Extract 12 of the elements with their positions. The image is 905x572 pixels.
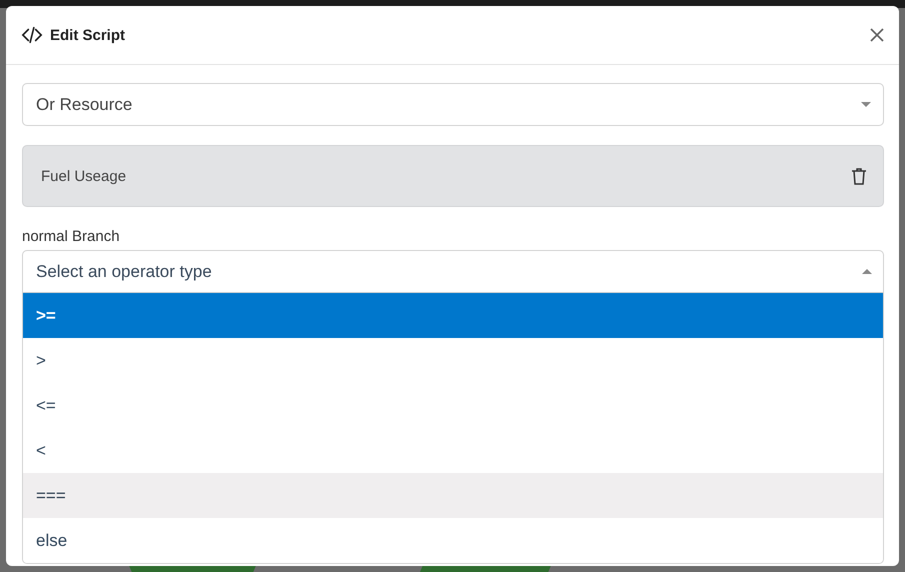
modal-title: Edit Script xyxy=(50,26,126,44)
close-icon[interactable] xyxy=(869,27,885,43)
field-label: normal Branch xyxy=(22,228,121,247)
resource-select[interactable]: Or Resource xyxy=(22,83,884,126)
caret-icon xyxy=(862,269,872,274)
dropdown-option[interactable]: >= xyxy=(23,293,883,338)
operator-select[interactable]: Select an operator type xyxy=(22,250,884,293)
code-icon xyxy=(21,24,43,46)
trash-icon[interactable] xyxy=(851,167,867,185)
dropdown-option[interactable]: === xyxy=(23,473,883,518)
caret-icon xyxy=(861,102,871,107)
resource-name: Fuel Useage xyxy=(41,168,126,184)
